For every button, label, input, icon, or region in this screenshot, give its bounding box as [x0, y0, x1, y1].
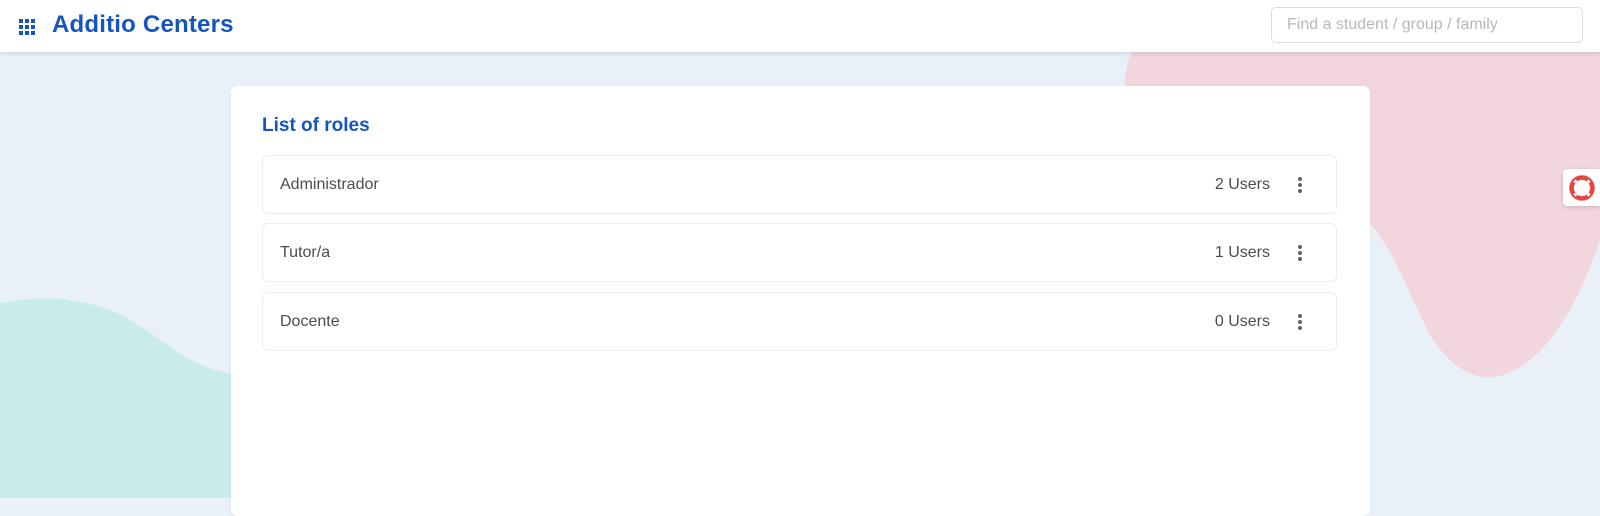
role-row-docente[interactable]: Docente 0 Users: [262, 292, 1337, 351]
grid-apps-icon[interactable]: [18, 18, 36, 36]
teal-blob: [0, 298, 232, 498]
role-row-administrador[interactable]: Administrador 2 Users: [262, 155, 1337, 214]
more-vertical-icon[interactable]: [1290, 243, 1310, 263]
role-row-tutor[interactable]: Tutor/a 1 Users: [262, 223, 1337, 282]
role-name: Administrador: [280, 176, 379, 193]
top-bar: Additio Centers: [0, 0, 1600, 52]
search-input[interactable]: [1271, 7, 1583, 43]
page-title: List of roles: [262, 115, 370, 136]
help-button[interactable]: [1563, 169, 1600, 206]
roles-card: List of roles Administrador 2 Users Tuto…: [231, 86, 1370, 516]
role-name: Docente: [280, 313, 340, 330]
more-vertical-icon[interactable]: [1290, 312, 1310, 332]
lifebuoy-icon: [1569, 175, 1595, 201]
more-vertical-icon[interactable]: [1290, 175, 1310, 195]
role-user-count: 2 Users: [1214, 176, 1270, 193]
role-user-count: 1 Users: [1214, 244, 1270, 261]
app-brand-title[interactable]: Additio Centers: [52, 11, 234, 39]
role-user-count: 0 Users: [1214, 313, 1270, 330]
role-name: Tutor/a: [280, 244, 331, 261]
